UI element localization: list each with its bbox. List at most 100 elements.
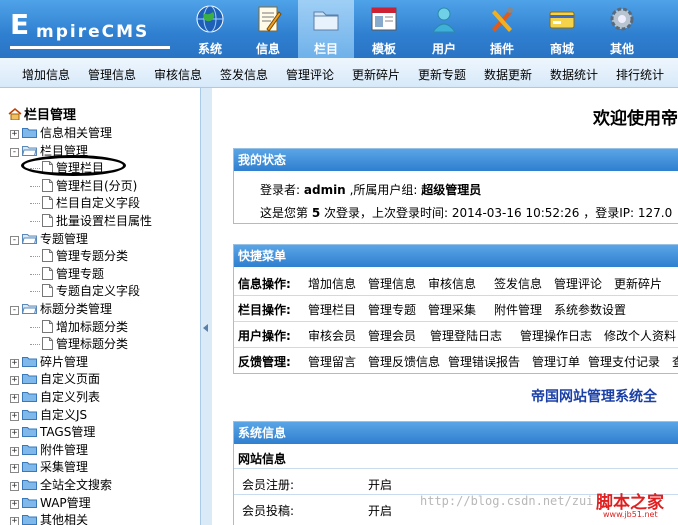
tree-folder-node[interactable]: + TAGS管理 [10,423,95,439]
tree-folder-node[interactable]: + 自定义页面 [10,370,100,386]
expand-icon[interactable]: + [10,429,19,439]
nav-label: 系统 [197,42,222,56]
status-panel-title: 我的状态 [234,149,678,171]
expand-icon[interactable]: + [10,394,19,403]
quick-link[interactable]: 系统参数设置 [554,301,626,318]
tree-folder-node[interactable]: + 全站全文搜索 [10,476,112,492]
tree-title: 栏目管理 [8,104,76,123]
tree-folder-node[interactable]: - 标题分类管理 [10,300,112,316]
quick-link[interactable]: 管理错误报告 [448,353,520,370]
tree-folder-node[interactable]: + WAP管理 [10,494,91,510]
pane-splitter[interactable] [200,88,212,525]
visit-prefix: 这是您第 [260,206,309,220]
expand-icon[interactable]: + [10,446,19,456]
quick-link[interactable]: 管理栏目 [308,301,356,318]
folder-icon [22,392,37,402]
quick-link[interactable]: 管理会员 [368,327,416,344]
expand-icon[interactable]: + [10,464,19,474]
tree-node-label: 标题分类管理 [40,302,113,316]
tree-leaf-node[interactable]: 管理栏目(分页) [30,177,137,193]
divider [234,295,678,296]
tools-icon [492,7,513,32]
toolbar-review-info[interactable]: 审核信息 [154,66,202,83]
expand-icon[interactable]: + [10,517,19,525]
nav-plugin[interactable]: 插件 [474,0,530,58]
tree-connector [30,203,40,205]
quick-link[interactable]: 增加信息 [308,275,356,292]
quick-link[interactable]: 管理采集 [428,301,476,318]
tree-folder-node[interactable]: + 自定义列表 [10,388,100,404]
tree-folder-node[interactable]: + 其他相关 [10,511,88,525]
tree-leaf-node[interactable]: 增加标题分类 [30,318,128,334]
collapse-icon[interactable]: - [10,306,19,315]
toolbar-add-info[interactable]: 增加信息 [22,66,70,83]
quick-link[interactable]: 管理评论 [554,275,602,292]
login-user: admin [303,183,346,197]
toolbar-manage-info[interactable]: 管理信息 [88,66,136,83]
tree-leaf-node[interactable]: 管理标题分类 [30,335,128,351]
toolbar-ranking-stats[interactable]: 排行统计 [616,66,664,83]
collapse-icon[interactable]: - [10,147,19,157]
toolbar-update-fragments[interactable]: 更新碎片 [352,66,400,83]
quick-link[interactable]: 审核会员 [308,327,356,344]
nav-user[interactable]: 用户 [416,0,472,58]
tree-folder-node[interactable]: + 信息相关管理 [10,124,112,140]
quick-link[interactable]: 管理登陆日志 [430,327,502,344]
toolbar-manage-comments[interactable]: 管理评论 [286,66,334,83]
home-icon [8,108,22,120]
toolbar-data-stats[interactable]: 数据统计 [550,66,598,83]
expand-icon[interactable]: + [10,376,19,386]
tree-folder-node[interactable]: - 专题管理 [10,230,88,246]
tree-leaf-node[interactable]: 管理专题分类 [30,247,128,263]
logo-word: mpireCMS [36,22,150,42]
quick-link[interactable]: 修改个人资料 [604,327,676,344]
quick-link[interactable]: 更新碎片 [614,275,662,292]
quick-link[interactable]: 附件管理 [494,301,542,318]
expand-icon[interactable]: + [10,130,19,139]
quick-link[interactable]: 管理留言 [308,353,356,370]
quick-link[interactable]: 管理操作日志 [520,327,592,344]
quick-link[interactable]: 管理专题 [368,301,416,318]
tree-node-label: 专题自定义字段 [56,284,141,299]
nav-column[interactable]: 栏目 [298,0,354,58]
tree-leaf-node[interactable]: 管理专题 [30,265,104,281]
quick-link[interactable]: 管理反馈信息 [368,353,440,370]
nav-shop[interactable]: 商城 [534,0,590,58]
quick-link[interactable]: 管理信息 [368,275,416,292]
tree-leaf-node[interactable]: 栏目自定义字段 [30,194,140,210]
status-login-row: 登录者: admin ,所属用户组: 超级管理员 [260,181,481,198]
nav-info[interactable]: 信息 [240,0,296,58]
quick-link[interactable]: 管理订单 [532,353,580,370]
tree-folder-node[interactable]: + 碎片管理 [10,353,88,369]
toolbar-data-update[interactable]: 数据更新 [484,66,532,83]
tree-leaf-node[interactable]: 专题自定义字段 [30,282,140,298]
collapse-icon[interactable]: - [10,235,19,245]
expand-icon[interactable]: + [10,499,19,509]
quick-menu-panel: 快捷菜单 信息操作: 增加信息 管理信息 审核信息 签发信息 管理评论 更新碎片 栏目操作: 管… [233,244,678,374]
folder-open-icon [22,145,37,156]
toolbar-update-topics[interactable]: 更新专题 [418,66,466,83]
expand-icon[interactable]: + [10,411,19,421]
quick-link[interactable]: 审核信息 [428,275,476,292]
nav-template[interactable]: 模板 [356,0,412,58]
nav-other[interactable]: 其他 [594,0,650,58]
product-tagline: 帝国网站管理系统全 [531,389,657,405]
ip-label: ，登录IP: [583,206,635,220]
collapse-arrow-icon[interactable] [203,324,208,332]
logo-initial: E [10,8,31,41]
tree-folder-node[interactable]: + 附件管理 [10,441,88,457]
tree-folder-node[interactable]: + 采集管理 [10,458,88,474]
empirecms-logo[interactable]: E mpireCMS [6,6,174,52]
member-register-value: 开启 [368,478,393,492]
nav-system[interactable]: 系统 [182,0,238,58]
quick-link[interactable]: 查 [672,353,678,370]
folder-open-icon [22,233,37,244]
tree-folder-node[interactable]: + 自定义JS [10,406,87,422]
toolbar-sign-info[interactable]: 签发信息 [220,66,268,83]
login-count: 5 [311,206,321,220]
quick-link[interactable]: 管理支付记录 [588,353,660,370]
tree-leaf-node[interactable]: 批量设置栏目属性 [30,212,152,228]
expand-icon[interactable]: + [10,482,19,491]
quick-link[interactable]: 签发信息 [494,275,542,292]
expand-icon[interactable]: + [10,358,19,368]
